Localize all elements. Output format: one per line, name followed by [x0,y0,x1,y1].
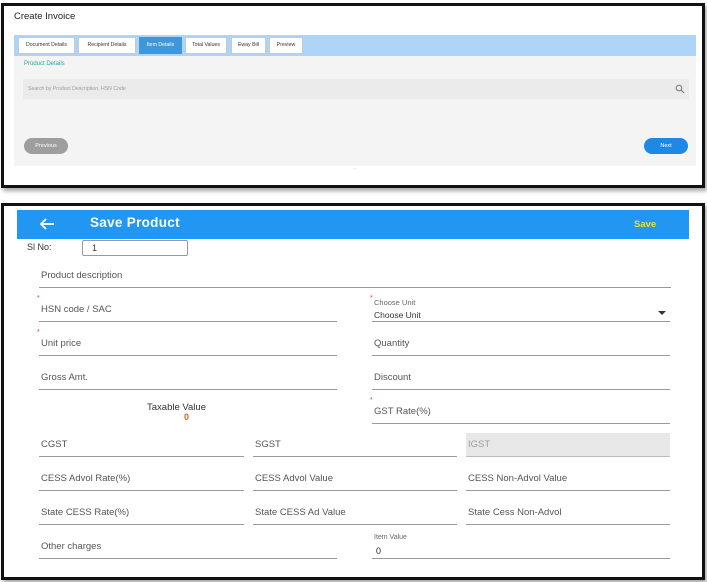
cess-advol-rate-placeholder: CESS Advol Rate(%) [41,473,131,484]
cess-non-advol-value-field[interactable]: CESS Non-Advol Value [466,467,670,491]
hsn-code-field[interactable]: * HSN code / SAC [37,295,337,322]
quantity-field[interactable]: Quantity [372,332,670,356]
cess-advol-rate-field[interactable]: CESS Advol Rate(%) [39,467,244,491]
state-cess-ad-value-field[interactable]: State CESS Ad Value [253,501,457,525]
create-invoice-panel: Create Invoice Document Details Recipien… [1,3,705,188]
unit-price-placeholder: Unit price [41,338,82,349]
choose-unit-select[interactable]: * Choose Unit Choose Unit [370,295,670,322]
quantity-placeholder: Quantity [374,338,410,349]
discount-placeholder: Discount [374,372,411,383]
other-charges-placeholder: Other charges [41,541,102,552]
product-description-field[interactable]: Product description [39,264,671,288]
state-cess-rate-placeholder: State CESS Rate(%) [41,507,130,518]
gross-amt-field[interactable]: Gross Amt. [39,366,337,390]
sgst-field[interactable]: SGST [253,433,457,457]
igst-field: IGST [466,433,670,457]
igst-placeholder: IGST [468,439,491,450]
hsn-code-placeholder: HSN code / SAC [41,304,112,315]
tab-recipient-details[interactable]: Recipient Details [78,37,136,54]
save-button[interactable]: Save [634,219,656,230]
state-cess-ad-value-placeholder: State CESS Ad Value [255,507,346,518]
gross-amt-placeholder: Gross Amt. [41,372,88,383]
page-title: Save Product [90,215,180,230]
product-search [23,79,689,99]
state-cess-rate-field[interactable]: State CESS Rate(%) [39,501,244,525]
item-value: 0 [376,546,382,556]
next-button[interactable]: Next [644,138,688,154]
required-mark: * [370,295,373,302]
scroll-indicator: · [354,166,356,172]
required-mark: * [370,397,373,404]
gst-rate-field[interactable]: * GST Rate(%) [370,397,670,424]
sl-no-input[interactable] [82,240,188,256]
previous-button[interactable]: Previous [24,138,68,154]
section-title: Product Details [24,61,65,67]
sgst-placeholder: SGST [255,439,281,450]
unit-price-field[interactable]: * Unit price [37,329,337,356]
required-mark: * [37,329,40,336]
tab-document-details[interactable]: Document Details [18,37,75,54]
taxable-value-label: Taxable Value [147,402,206,413]
cgst-field[interactable]: CGST [39,433,244,457]
gst-rate-placeholder: GST Rate(%) [374,406,431,417]
product-search-input[interactable] [23,79,663,99]
save-product-panel: Save Product Save Sl No: Product descrip… [1,203,705,580]
item-details-body: Product Details Previous Next [14,56,696,166]
page-title: Create Invoice [14,11,76,22]
discount-field[interactable]: Discount [372,366,670,390]
arrow-left-icon[interactable] [39,217,55,231]
sl-no-label: Sl No: [27,242,52,252]
cess-non-advol-value-placeholder: CESS Non-Advol Value [468,473,568,484]
item-value-label: Item Value [374,534,407,541]
other-charges-field[interactable]: Other charges [39,535,337,559]
tab-preview[interactable]: Preview [269,37,303,54]
taxable-value: 0 [184,412,190,422]
cess-advol-value-placeholder: CESS Advol Value [255,473,333,484]
tab-item-details[interactable]: Item Details [139,37,182,54]
tab-bar: Document Details Recipient Details Item … [14,35,696,56]
choose-unit-value: Choose Unit [374,310,421,320]
state-cess-non-advol-field[interactable]: State Cess Non-Advol [466,501,670,525]
cess-advol-value-field[interactable]: CESS Advol Value [253,467,457,491]
state-cess-non-advol-placeholder: State Cess Non-Advol [468,507,562,518]
required-mark: * [37,295,40,302]
product-description-placeholder: Product description [41,270,123,281]
search-icon[interactable] [675,84,685,94]
tab-total-values[interactable]: Total Values [185,37,227,54]
app-bar: Save Product Save [17,210,689,239]
cgst-placeholder: CGST [41,439,68,450]
item-value-field: Item Value 0 [372,534,670,559]
dropdown-caret-icon [658,311,666,315]
tab-eway-bill[interactable]: Eway Bill [231,37,266,54]
choose-unit-label: Choose Unit [374,298,416,307]
